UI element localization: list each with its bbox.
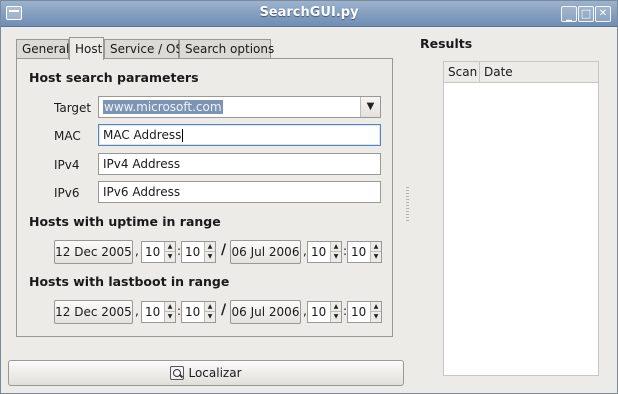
- spin-up-icon[interactable]: ▲: [165, 302, 175, 312]
- uptime-from-minute-spinner[interactable]: 10 ▲ ▼: [181, 241, 216, 263]
- spin-down-icon[interactable]: ▼: [331, 312, 341, 322]
- spin-down-icon[interactable]: ▼: [331, 252, 341, 262]
- search-icon: [170, 366, 185, 380]
- spin-up-icon[interactable]: ▲: [205, 242, 215, 252]
- tab-search-options[interactable]: Search options: [179, 39, 274, 59]
- tab-service-os[interactable]: Service / OS: [104, 39, 183, 59]
- host-params-title: Host search parameters: [29, 70, 199, 85]
- spinner-value: 10: [311, 305, 327, 319]
- spin-up-icon[interactable]: ▲: [165, 242, 175, 252]
- comma-separator: ,: [135, 304, 139, 318]
- spinner-value: 10: [185, 245, 201, 259]
- ipv6-label: IPv6: [54, 186, 80, 200]
- title-bar: SearchGUI.py _ □ ✕: [1, 1, 617, 27]
- spin-up-icon[interactable]: ▲: [371, 242, 381, 252]
- spinner-value: 10: [351, 305, 367, 319]
- column-header-date[interactable]: Date: [480, 62, 598, 83]
- close-button[interactable]: ✕: [595, 6, 611, 22]
- chevron-down-icon[interactable]: ▼: [360, 97, 380, 117]
- lastboot-from-date-button[interactable]: 12 Dec 2005: [54, 300, 133, 324]
- localizar-label: Localizar: [188, 366, 242, 380]
- uptime-to-minute-spinner[interactable]: 10 ▲ ▼: [347, 241, 382, 263]
- spin-down-icon[interactable]: ▼: [371, 252, 381, 262]
- range-slash: /: [221, 302, 227, 318]
- lastboot-from-hour-spinner[interactable]: 10 ▲ ▼: [141, 301, 176, 323]
- lastboot-to-hour-spinner[interactable]: 10 ▲ ▼: [307, 301, 342, 323]
- mac-field[interactable]: MAC Address: [98, 124, 381, 146]
- window-title: SearchGUI.py: [259, 5, 359, 20]
- target-value: www.microsoft.com: [103, 100, 223, 114]
- spinner-value: 10: [145, 245, 161, 259]
- spinner-value: 10: [185, 305, 201, 319]
- spinner-value: 10: [145, 305, 161, 319]
- lastboot-title: Hosts with lastboot in range: [29, 274, 230, 289]
- tab-host[interactable]: Host: [69, 37, 104, 60]
- range-slash: /: [221, 242, 227, 258]
- localizar-button[interactable]: Localizar: [8, 360, 404, 386]
- spin-down-icon[interactable]: ▼: [205, 252, 215, 262]
- mac-value: MAC Address: [103, 128, 182, 142]
- lastboot-from-minute-spinner[interactable]: 10 ▲ ▼: [181, 301, 216, 323]
- target-label: Target: [54, 101, 92, 115]
- uptime-from-date-button[interactable]: 12 Dec 2005: [54, 240, 133, 264]
- uptime-to-hour-spinner[interactable]: 10 ▲ ▼: [307, 241, 342, 263]
- spin-down-icon[interactable]: ▼: [165, 312, 175, 322]
- minimize-button[interactable]: _: [561, 6, 577, 22]
- spin-up-icon[interactable]: ▲: [331, 302, 341, 312]
- uptime-from-hour-spinner[interactable]: 10 ▲ ▼: [141, 241, 176, 263]
- maximize-button[interactable]: □: [578, 6, 594, 22]
- spin-down-icon[interactable]: ▼: [205, 312, 215, 322]
- uptime-title: Hosts with uptime in range: [29, 214, 221, 229]
- results-list[interactable]: Scan Date: [443, 61, 599, 376]
- pane-resize-handle[interactable]: [406, 187, 409, 223]
- spin-up-icon[interactable]: ▲: [205, 302, 215, 312]
- spinner-value: 10: [311, 245, 327, 259]
- ipv4-field[interactable]: IPv4 Address: [98, 153, 381, 175]
- comma-separator: ,: [135, 244, 139, 258]
- ipv4-value: IPv4 Address: [103, 157, 181, 171]
- target-combobox[interactable]: www.microsoft.com ▼: [98, 96, 381, 118]
- text-caret: [182, 129, 184, 142]
- ipv6-value: IPv6 Address: [103, 185, 181, 199]
- uptime-to-date-button[interactable]: 06 Jul 2006: [230, 240, 301, 264]
- spinner-value: 10: [351, 245, 367, 259]
- host-tab-panel: Host search parameters Target www.micros…: [16, 58, 393, 337]
- results-title: Results: [420, 36, 473, 51]
- ipv4-label: IPv4: [54, 158, 80, 172]
- lastboot-to-minute-spinner[interactable]: 10 ▲ ▼: [347, 301, 382, 323]
- spin-down-icon[interactable]: ▼: [371, 312, 381, 322]
- app-window: SearchGUI.py _ □ ✕ General Host Service …: [0, 0, 618, 394]
- tab-general[interactable]: General: [16, 39, 69, 59]
- mac-label: MAC: [54, 129, 81, 143]
- ipv6-field[interactable]: IPv6 Address: [98, 181, 381, 203]
- lastboot-to-date-button[interactable]: 06 Jul 2006: [230, 300, 301, 324]
- spin-down-icon[interactable]: ▼: [165, 252, 175, 262]
- spin-up-icon[interactable]: ▲: [331, 242, 341, 252]
- spin-up-icon[interactable]: ▲: [371, 302, 381, 312]
- column-header-scan[interactable]: Scan: [444, 62, 480, 83]
